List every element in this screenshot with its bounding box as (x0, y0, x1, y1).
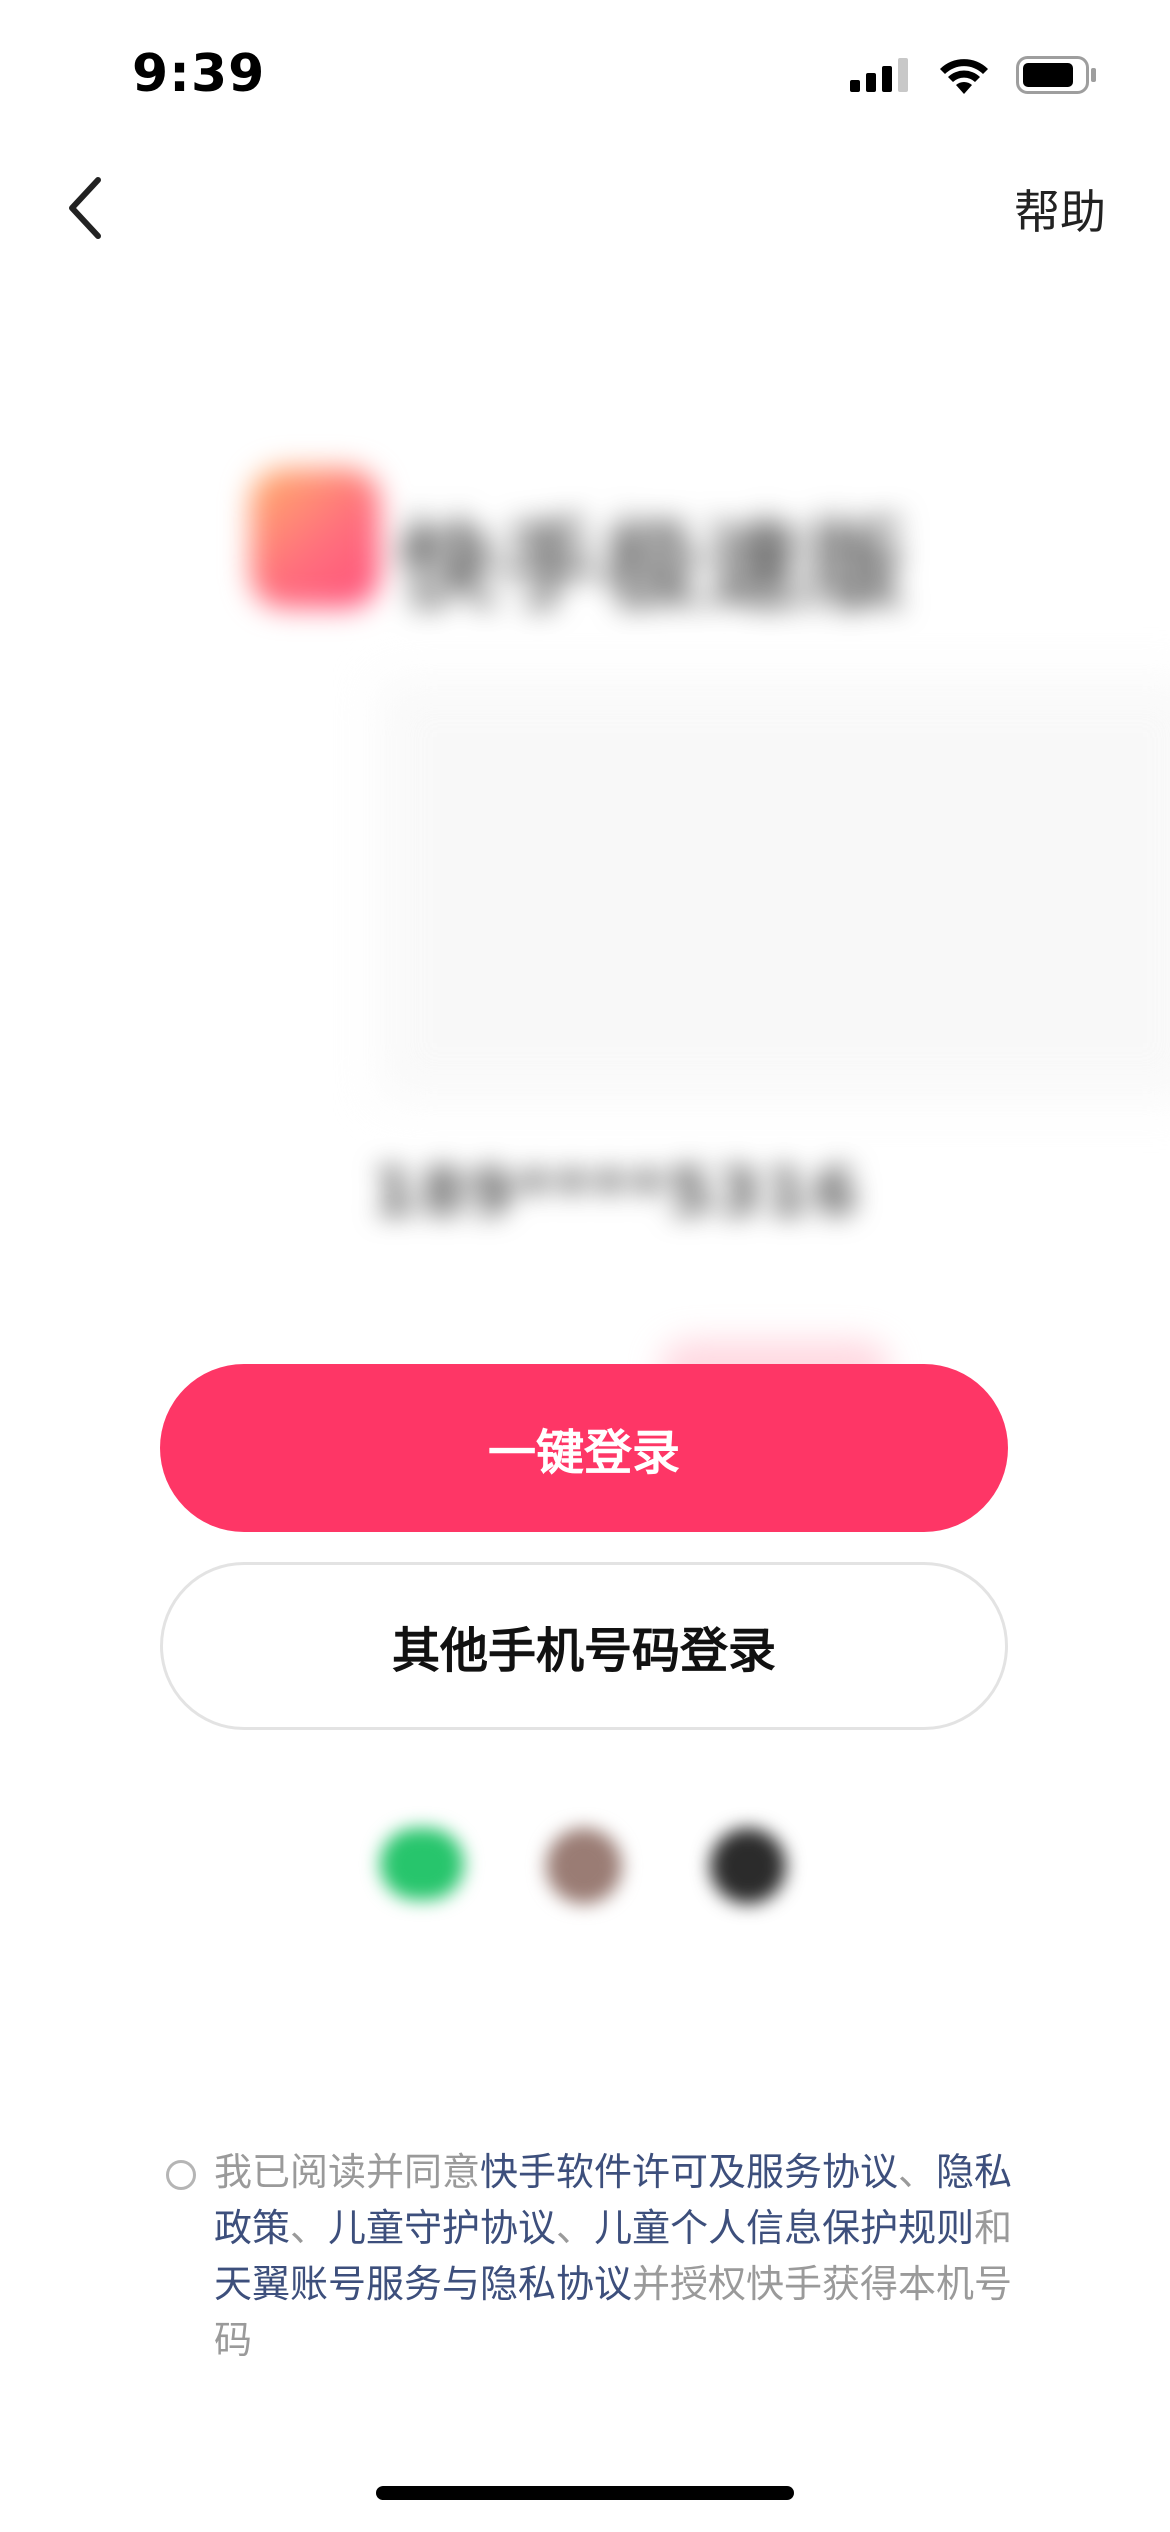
agreement-text: 我已阅读并同意快手软件许可及服务协议、隐私政策、儿童守护协议、儿童个人信息保护规… (214, 2144, 1034, 2368)
masked-phone-number: 189****5316 (372, 1156, 862, 1230)
one-click-login-button[interactable]: 一键登录 (160, 1364, 1008, 1532)
app-logo: 快手极速版 (240, 448, 940, 628)
help-link[interactable]: 帮助 (1014, 176, 1106, 242)
avatar-login-icon[interactable] (546, 1828, 622, 1904)
agreement-checkbox[interactable] (166, 2160, 196, 2190)
home-indicator[interactable] (376, 2486, 794, 2500)
login-screen: 9:39 帮助 快手极速版 189****5316 一键登录 其他手机号码登录 … (0, 0, 1170, 2532)
child-protection-agreement-link[interactable]: 儿童守护协议 (328, 2206, 556, 2250)
child-privacy-rules-link[interactable]: 儿童个人信息保护规则 (594, 2206, 974, 2250)
agreement-separator: 、 (556, 2206, 595, 2250)
agreement-separator: 、 (290, 2206, 329, 2250)
back-chevron-icon (69, 177, 101, 239)
wechat-login-icon[interactable] (380, 1828, 464, 1900)
agreement-conjunction: 和 (974, 2206, 1013, 2250)
app-name-blurred: 快手极速版 (400, 510, 910, 622)
blurred-background-panel (380, 680, 1170, 1100)
wifi-icon (940, 59, 988, 94)
status-time: 9:39 (132, 44, 266, 104)
app-logo-mark (250, 468, 380, 608)
back-button[interactable] (52, 168, 116, 248)
signal-icon (850, 58, 908, 92)
battery-icon (1016, 56, 1096, 94)
apple-login-icon[interactable] (710, 1828, 786, 1904)
tianyi-account-agreement-link[interactable]: 天翼账号服务与隐私协议 (214, 2262, 632, 2306)
other-phone-login-button[interactable]: 其他手机号码登录 (160, 1562, 1008, 1730)
license-service-agreement-link[interactable]: 快手软件许可及服务协议 (480, 2150, 898, 2194)
status-icons (850, 56, 1098, 94)
agreement-prefix: 我已阅读并同意 (214, 2150, 481, 2194)
agreement-separator: 、 (898, 2150, 937, 2194)
